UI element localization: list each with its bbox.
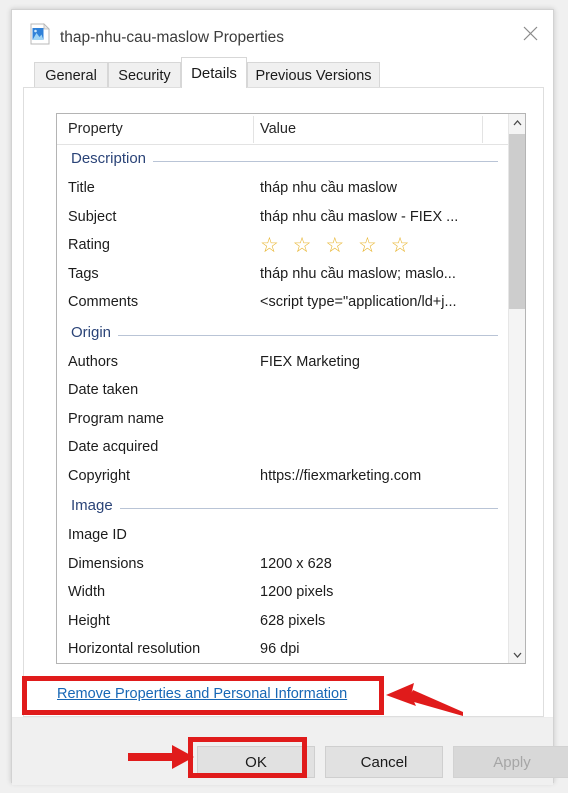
property-value: 1200 pixels — [260, 584, 334, 600]
apply-button: Apply — [453, 746, 568, 778]
table-row[interactable]: Dimensions 1200 x 628 — [57, 552, 509, 581]
dialog-title: thap-nhu-cau-maslow Properties — [60, 29, 284, 46]
property-value: <script type="application/ld+j... — [260, 294, 457, 310]
property-value: tháp nhu cầu maslow; maslo... — [260, 265, 456, 282]
tab-details[interactable]: Details — [181, 57, 247, 88]
property-name: Height — [68, 612, 110, 629]
group-header-description: Description — [57, 145, 509, 176]
properties-dialog: thap-nhu-cau-maslow Properties General S… — [11, 9, 568, 785]
table-row[interactable]: Horizontal resolution 96 dpi — [57, 637, 509, 663]
property-value: tháp nhu cầu maslow - FIEX ... — [260, 208, 459, 225]
column-header-value: Value — [260, 121, 297, 137]
property-name: Dimensions — [68, 555, 144, 572]
tab-previous-versions[interactable]: Previous Versions — [247, 62, 380, 88]
property-value: tháp nhu cầu maslow — [260, 180, 398, 196]
cancel-button[interactable]: Cancel — [325, 746, 443, 778]
group-rule — [71, 508, 498, 509]
property-name: Program name — [68, 410, 164, 427]
column-header-property: Property — [68, 121, 123, 137]
table-row[interactable]: Width 1200 pixels — [57, 580, 509, 609]
details-tab-panel: Property Value Description Title tháp nh… — [23, 87, 544, 717]
property-name: Tags — [68, 265, 99, 282]
table-row[interactable]: Copyright https://fiexmarketing.com — [57, 464, 509, 493]
table-row[interactable]: Authors FIEX Marketing — [57, 350, 509, 379]
table-row[interactable]: Date acquired — [57, 435, 509, 464]
dialog-button-bar: OK Cancel Apply — [12, 717, 568, 785]
property-name: Authors — [68, 353, 118, 370]
property-value: https://fiexmarketing.com — [260, 467, 422, 484]
group-header-origin: Origin — [57, 319, 509, 350]
property-value: 96 dpi — [260, 641, 300, 657]
group-header-image: Image — [57, 492, 509, 523]
group-title: Image — [71, 497, 120, 514]
property-name: Width — [68, 584, 106, 600]
dialog-titlebar: thap-nhu-cau-maslow Properties — [12, 10, 553, 56]
vertical-scrollbar[interactable] — [508, 114, 525, 663]
rating-stars-icon[interactable]: ☆ ☆ ☆ ☆ ☆ — [260, 232, 413, 260]
property-name: Rating — [68, 237, 110, 253]
table-row-rating[interactable]: Rating ☆ ☆ ☆ ☆ ☆ — [57, 233, 509, 262]
property-name: Title — [68, 180, 95, 196]
property-value: 1200 x 628 — [260, 555, 332, 572]
group-title: Origin — [71, 323, 119, 341]
property-value: 628 pixels — [260, 612, 326, 629]
properties-list[interactable]: Property Value Description Title tháp nh… — [56, 113, 526, 664]
group-rule — [71, 334, 498, 336]
remove-properties-link[interactable]: Remove Properties and Personal Informati… — [57, 686, 347, 702]
property-name: Date taken — [68, 382, 139, 398]
chevron-up-icon[interactable] — [509, 114, 525, 131]
table-row[interactable]: Title tháp nhu cầu maslow — [57, 176, 509, 205]
property-name: Copyright — [68, 467, 131, 484]
tab-bar: General Security Details Previous Versio… — [12, 56, 553, 88]
column-divider[interactable] — [253, 116, 254, 143]
tab-general[interactable]: General — [34, 62, 108, 88]
table-row[interactable]: Height 628 pixels — [57, 609, 509, 638]
properties-list-viewport: Property Value Description Title tháp nh… — [57, 114, 509, 663]
table-row[interactable]: Program name — [57, 407, 509, 436]
property-name: Image ID — [68, 527, 127, 543]
property-name: Date acquired — [68, 439, 159, 455]
chevron-down-icon[interactable] — [509, 646, 525, 663]
property-name: Subject — [68, 208, 117, 225]
close-icon[interactable] — [507, 10, 553, 56]
property-name: Comments — [68, 294, 139, 310]
table-row[interactable]: Tags tháp nhu cầu maslow; maslo... — [57, 262, 509, 291]
tab-security[interactable]: Security — [108, 62, 181, 88]
image-file-icon — [30, 23, 50, 45]
column-divider[interactable] — [482, 116, 483, 143]
scrollbar-thumb[interactable] — [509, 134, 525, 309]
properties-list-header: Property Value — [57, 114, 509, 145]
property-name: Horizontal resolution — [68, 641, 201, 657]
table-row[interactable]: Comments <script type="application/ld+j.… — [57, 290, 509, 319]
table-row[interactable]: Image ID — [57, 523, 509, 552]
table-row[interactable]: Date taken — [57, 378, 509, 407]
ok-button[interactable]: OK — [197, 746, 315, 778]
group-title: Description — [71, 150, 154, 167]
table-row[interactable]: Subject tháp nhu cầu maslow - FIEX ... — [57, 205, 509, 234]
property-value: FIEX Marketing — [260, 353, 360, 370]
